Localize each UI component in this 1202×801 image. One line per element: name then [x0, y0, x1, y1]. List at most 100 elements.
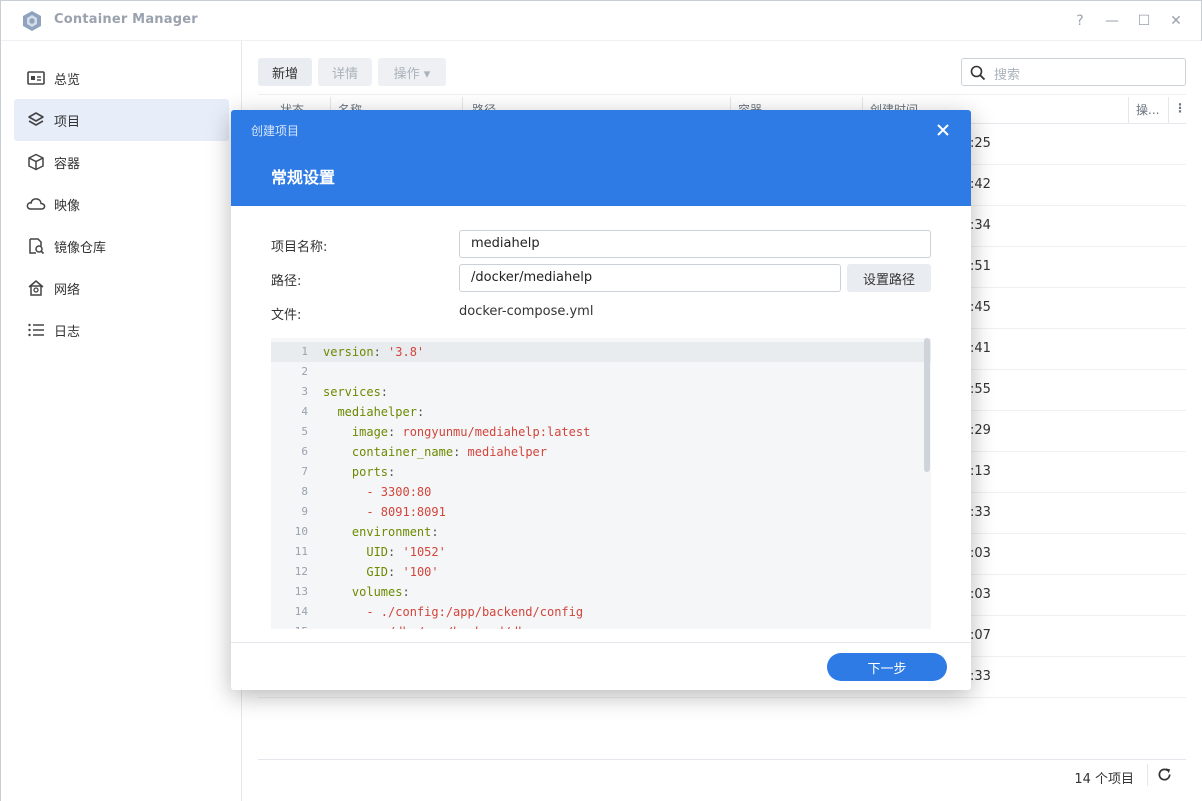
cube-icon	[26, 152, 46, 172]
sidebar-item-overview[interactable]: 总览	[14, 57, 229, 99]
layers-icon	[26, 110, 46, 130]
details-button[interactable]: 详情	[318, 58, 372, 86]
yaml-key: UID	[366, 545, 389, 559]
created-time-cell: :03	[970, 587, 991, 602]
project-name-input[interactable]: mediahelp	[459, 230, 931, 258]
yaml-key: ports	[351, 465, 389, 479]
sidebar-item-label: 映像	[54, 198, 81, 214]
column-menu-icon[interactable]: ⋮	[1174, 101, 1186, 115]
code-text: volumes:	[351, 585, 410, 599]
dialog-footer: 下一步	[231, 642, 971, 690]
new-button[interactable]: 新增	[258, 58, 312, 86]
maximize-icon[interactable]: ☐	[1135, 11, 1153, 31]
registry-icon	[26, 236, 46, 256]
next-button[interactable]: 下一步	[827, 653, 947, 681]
code-line: 13 volumes:	[271, 582, 931, 602]
line-number: 4	[301, 405, 308, 418]
line-number: 15	[271, 622, 308, 629]
sidebar-item-label: 容器	[54, 156, 81, 172]
yaml-value: rongyunmu/mediahelp:latest	[402, 425, 591, 439]
code-text: - 8091:8091	[323, 502, 446, 522]
refresh-icon[interactable]	[1157, 767, 1172, 782]
code-line: 4 mediahelper:	[271, 402, 931, 422]
code-line: 2	[271, 362, 931, 382]
code-line: 6 container_name: mediahelper	[271, 442, 931, 462]
code-text: UID: '1052'	[366, 545, 446, 559]
sidebar-item-containers[interactable]: 容器	[14, 141, 229, 183]
close-icon[interactable]	[935, 122, 951, 138]
path-input[interactable]: /docker/mediahelp	[459, 264, 841, 292]
yaml-value: '100'	[402, 565, 439, 579]
column-divider	[1128, 97, 1129, 123]
search-input[interactable]: 搜索	[961, 58, 1186, 86]
line-number: 6	[301, 445, 308, 458]
help-icon[interactable]: ?	[1071, 11, 1089, 31]
created-time-cell: :41	[970, 341, 991, 356]
sidebar-item-label: 日志	[54, 324, 81, 340]
network-icon	[26, 278, 46, 298]
column-header-actions[interactable]: 操...	[1136, 101, 1159, 118]
yaml-key: GID	[366, 565, 389, 579]
sidebar-item-label: 镜像仓库	[54, 240, 107, 256]
table-footer: 14 个项目	[258, 759, 1186, 789]
created-time-cell: :25	[970, 136, 991, 151]
code-text: GID: '100'	[366, 565, 439, 579]
code-line: 12 GID: '100'	[271, 562, 931, 582]
sidebar: 总览 项目 容器 映像 镜像仓库 网络 日志	[1, 41, 242, 801]
code-text: mediahelper:	[337, 405, 425, 419]
created-time-cell: :07	[970, 628, 991, 643]
editor-scrollbar[interactable]	[923, 338, 931, 472]
code-line: 15 - ./db:/app/backend/db	[271, 622, 931, 629]
sidebar-item-network[interactable]: 网络	[14, 267, 229, 309]
created-time-cell: :42	[970, 177, 991, 192]
sidebar-item-label: 项目	[54, 114, 81, 130]
minimize-icon[interactable]: —	[1103, 11, 1121, 31]
scrollbar-thumb[interactable]	[924, 338, 930, 472]
column-divider	[1168, 97, 1169, 123]
create-project-dialog: 创建项目 常规设置 项目名称: mediahelp 路径: /docker/me…	[231, 110, 971, 690]
sidebar-item-projects[interactable]: 项目	[14, 99, 229, 141]
line-number: 8	[301, 485, 308, 498]
code-text: version: '3.8'	[323, 345, 425, 359]
close-window-icon[interactable]: ✕	[1167, 11, 1185, 31]
code-line: 10 environment:	[271, 522, 931, 542]
line-number: 12	[294, 565, 308, 578]
code-text: - ./config:/app/backend/config	[323, 602, 583, 622]
code-text: ports:	[351, 465, 396, 479]
yaml-value: '3.8'	[388, 345, 425, 359]
sidebar-item-images[interactable]: 映像	[14, 183, 229, 225]
yaml-code-editor[interactable]: 15 - ./db:/app/backend/db 14 - ./config:/…	[271, 338, 931, 629]
code-line: 8 - 3300:80	[271, 482, 931, 502]
code-text: container_name: mediahelper	[351, 445, 547, 459]
line-number: 9	[301, 505, 308, 518]
yaml-value: - 8091:8091	[366, 505, 446, 519]
yaml-key: mediahelper	[337, 405, 417, 419]
actions-button[interactable]: 操作 ▾	[378, 58, 446, 86]
sidebar-item-registry[interactable]: 镜像仓库	[14, 225, 229, 267]
yaml-value: - 3300:80	[366, 485, 432, 499]
set-path-button[interactable]: 设置路径	[847, 264, 931, 292]
code-line: 3 services:	[271, 382, 931, 402]
code-text: - ./db:/app/backend/db	[323, 622, 525, 629]
created-time-cell: :34	[970, 218, 991, 233]
app-title: Container Manager	[54, 12, 198, 27]
code-text: image: rongyunmu/mediahelp:latest	[351, 425, 591, 439]
yaml-key: volumes	[351, 585, 403, 599]
line-number: 2	[301, 365, 308, 378]
yaml-key: version	[323, 345, 374, 359]
yaml-value: - ./config:/app/backend/config	[366, 605, 584, 619]
code-text: environment:	[351, 525, 439, 539]
code-line: 11 UID: '1052'	[271, 542, 931, 562]
line-number: 14	[294, 605, 308, 618]
yaml-key: image	[351, 425, 389, 439]
yaml-value: mediahelper	[467, 445, 547, 459]
file-name: docker-compose.yml	[459, 304, 594, 319]
created-time-cell: :13	[970, 464, 991, 479]
sidebar-item-logs[interactable]: 日志	[14, 309, 229, 351]
code-line: 1 version: '3.8'	[271, 342, 931, 362]
search-icon	[970, 65, 986, 81]
line-number: 10	[294, 525, 308, 538]
path-label: 路径:	[271, 274, 302, 289]
file-label: 文件:	[271, 308, 302, 323]
created-time-cell: :33	[970, 505, 991, 520]
